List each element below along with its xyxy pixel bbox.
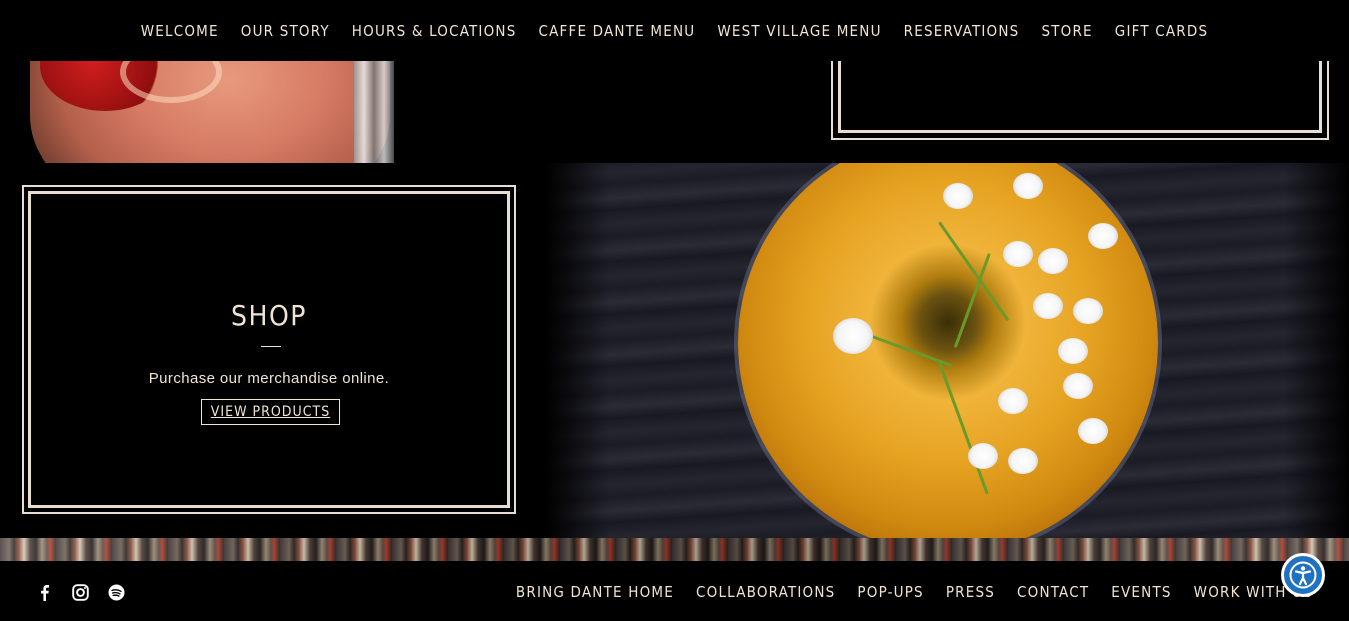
previous-card-frame [831, 61, 1329, 140]
footer: BRING DANTE HOME COLLABORATIONS POP-UPS … [0, 561, 1349, 621]
bottles-banner-image [0, 538, 1349, 561]
footer-bring-dante-home[interactable]: BRING DANTE HOME [516, 583, 674, 601]
flower [1033, 293, 1063, 319]
footer-press[interactable]: PRESS [946, 583, 995, 601]
accessibility-button[interactable] [1281, 553, 1325, 597]
shop-section: SHOP Purchase our merchandise online. VI… [0, 163, 1349, 538]
flower [1008, 448, 1038, 474]
shop-card-inner-border [28, 191, 510, 508]
footer-navigation: BRING DANTE HOME COLLABORATIONS POP-UPS … [516, 583, 1313, 601]
flower [1078, 418, 1108, 444]
footer-events[interactable]: EVENTS [1111, 583, 1171, 601]
view-products-button[interactable]: VIEW PRODUCTS [201, 399, 340, 425]
shop-title: SHOP [231, 299, 307, 332]
cocktail-photo-rose [30, 61, 394, 163]
nav-caffe-dante-menu[interactable]: CAFFE DANTE MENU [538, 22, 695, 40]
flower [968, 443, 998, 469]
instagram-icon[interactable] [71, 583, 89, 601]
flower [1003, 241, 1033, 267]
flower-stem [938, 361, 989, 495]
social-links [35, 583, 125, 601]
flower [1013, 173, 1043, 199]
nav-hours-locations[interactable]: HOURS & LOCATIONS [352, 22, 517, 40]
title-divider [261, 346, 281, 347]
flower [1058, 338, 1088, 364]
shop-card: SHOP Purchase our merchandise online. VI… [22, 185, 516, 514]
cocktail-photo-flowers [738, 163, 1158, 538]
flower [943, 183, 973, 209]
accessibility-icon [1289, 561, 1317, 589]
footer-pop-ups[interactable]: POP-UPS [857, 583, 923, 601]
flower-stem [938, 221, 1010, 322]
footer-contact[interactable]: CONTACT [1017, 583, 1089, 601]
nav-reservations[interactable]: RESERVATIONS [904, 22, 1020, 40]
footer-collaborations[interactable]: COLLABORATIONS [696, 583, 835, 601]
spotify-icon[interactable] [107, 583, 125, 601]
previous-section [0, 61, 1349, 163]
shop-description: Purchase our merchandise online. [148, 370, 390, 387]
nav-west-village-menu[interactable]: WEST VILLAGE MENU [717, 22, 881, 40]
flower [1063, 373, 1093, 399]
flower [1088, 223, 1118, 249]
top-navigation: WELCOME OUR STORY HOURS & LOCATIONS CAFF… [0, 0, 1349, 61]
facebook-icon[interactable] [35, 583, 53, 601]
nav-welcome[interactable]: WELCOME [141, 22, 219, 40]
flower [1073, 298, 1103, 324]
flower [998, 388, 1028, 414]
silver-holder-image [354, 61, 394, 163]
nav-store[interactable]: STORE [1041, 22, 1092, 40]
flower [1038, 248, 1068, 274]
nav-our-story[interactable]: OUR STORY [241, 22, 330, 40]
flower [833, 318, 873, 354]
nav-gift-cards[interactable]: GIFT CARDS [1115, 22, 1208, 40]
